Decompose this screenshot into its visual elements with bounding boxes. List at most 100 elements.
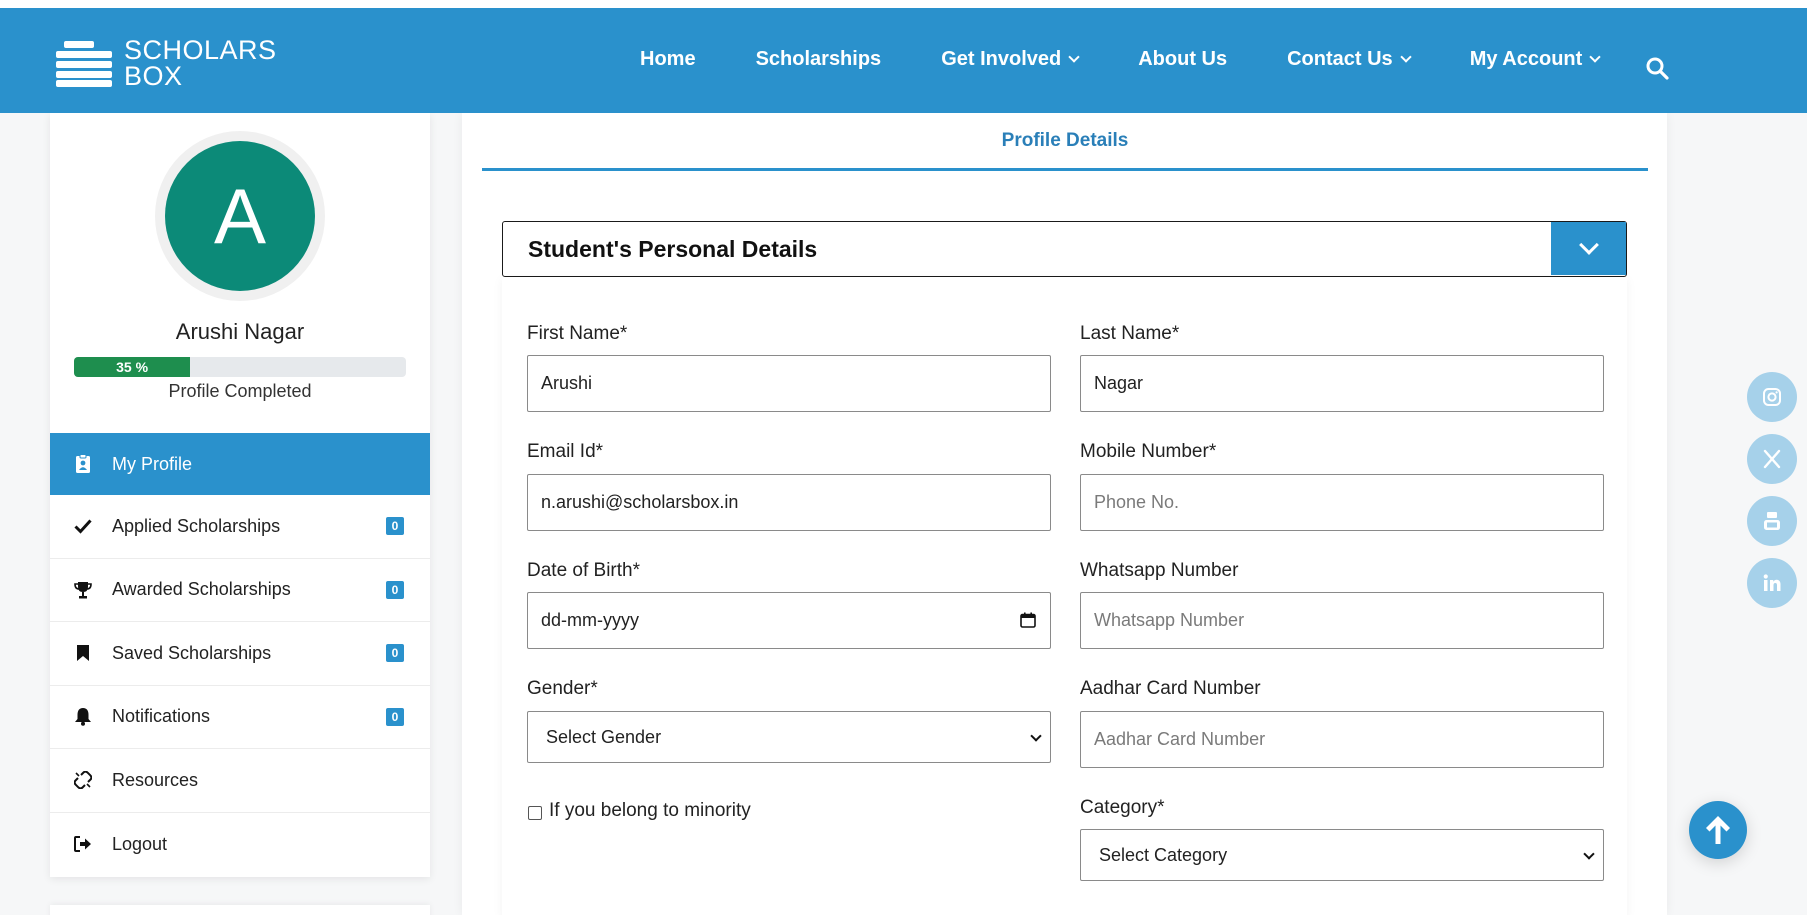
x-button[interactable]	[1747, 434, 1797, 484]
arrow-up-icon	[1706, 816, 1730, 844]
first-name-label: First Name*	[527, 323, 628, 344]
brand-name: SCHOLARS BOX	[124, 35, 277, 91]
nav-scholarships-label: Scholarships	[755, 48, 882, 70]
count-badge: 0	[386, 644, 404, 663]
category-select[interactable]: Select Category	[1080, 829, 1604, 881]
chevron-down-icon	[1583, 848, 1595, 860]
chevron-down-icon	[1030, 730, 1042, 742]
accordion-toggle-button[interactable]	[1551, 222, 1626, 275]
sidebar-item-label: Logout	[112, 833, 168, 854]
check-icon	[74, 516, 92, 536]
last-name-field[interactable]: Nagar	[1080, 355, 1604, 412]
nav-home-label: Home	[640, 48, 696, 70]
sidebar-item-notifications[interactable]: Notifications 0	[50, 686, 430, 749]
nav-get-involved-label: Get Involved	[941, 48, 1062, 70]
mobile-label: Mobile Number*	[1080, 441, 1217, 462]
sidebar-item-saved-scholarships[interactable]: Saved Scholarships 0	[50, 622, 430, 686]
sidebar-item-awarded-scholarships[interactable]: Awarded Scholarships 0	[50, 559, 430, 622]
scroll-to-top-button[interactable]	[1689, 801, 1747, 859]
link-icon	[74, 770, 92, 790]
logo-books-icon	[56, 39, 112, 87]
nav-contact-label: Contact Us	[1287, 48, 1393, 70]
gender-label: Gender*	[527, 678, 598, 699]
instagram-button[interactable]	[1747, 372, 1797, 422]
sidebar-item-label: My Profile	[112, 453, 193, 474]
logout-icon	[74, 834, 92, 854]
trophy-icon	[74, 580, 92, 600]
nav-my-account[interactable]: My Account	[1469, 48, 1601, 71]
avatar: A	[165, 141, 315, 291]
dob-label: Date of Birth*	[527, 560, 640, 581]
nav-about-label: About Us	[1138, 48, 1228, 70]
profile-main-card: Profile Details Student's Personal Detai…	[462, 113, 1667, 915]
category-selected: Select Category	[1099, 845, 1228, 865]
email-label: Email Id*	[527, 441, 604, 462]
bookmark-icon	[74, 643, 92, 663]
nav-scholarships[interactable]: Scholarships	[756, 48, 882, 71]
personal-details-form: First Name* Arushi Last Name* Nagar Emai…	[502, 277, 1627, 915]
nav-about-us[interactable]: About Us	[1138, 48, 1227, 71]
aadhar-label: Aadhar Card Number	[1080, 678, 1261, 699]
linkedin-icon	[1763, 574, 1781, 591]
sidebar-item-logout[interactable]: Logout	[50, 813, 430, 877]
nav-home[interactable]: Home	[640, 48, 696, 71]
sidebar-menu: My Profile Applied Scholarships 0 Awarde…	[50, 433, 430, 876]
aadhar-field[interactable]: Aadhar Card Number	[1080, 711, 1604, 768]
nav-contact-us[interactable]: Contact Us	[1287, 48, 1412, 71]
dob-field[interactable]: dd-mm-yyyy	[527, 592, 1051, 649]
sidebar-lower-card	[50, 905, 430, 915]
first-name-field[interactable]: Arushi	[527, 355, 1051, 412]
main-nav: Home Scholarships Get Involved About Us …	[640, 48, 1659, 71]
profile-sidebar: A Arushi Nagar 35 % Profile Completed My…	[50, 113, 430, 877]
profile-progress-bar: 35 %	[74, 357, 406, 377]
gender-select[interactable]: Select Gender	[527, 711, 1051, 763]
youtube-icon	[1764, 512, 1780, 530]
whatsapp-label: Whatsapp Number	[1080, 560, 1239, 581]
brand-line-2: BOX	[124, 61, 183, 91]
sidebar-item-label: Awarded Scholarships	[112, 579, 291, 600]
page: SCHOLARS BOX Home Scholarships Get Invol…	[0, 0, 1807, 915]
sidebar-item-label: Resources	[112, 769, 199, 790]
sidebar-item-resources[interactable]: Resources	[50, 749, 430, 813]
email-field[interactable]: n.arushi@scholarsbox.in	[527, 474, 1051, 531]
instagram-icon	[1763, 388, 1781, 406]
mobile-field[interactable]: Phone No.	[1080, 474, 1604, 531]
sidebar-item-label: Applied Scholarships	[112, 515, 281, 536]
whatsapp-field[interactable]: Whatsapp Number	[1080, 592, 1604, 649]
nav-get-involved[interactable]: Get Involved	[941, 48, 1080, 71]
calendar-icon[interactable]	[1020, 612, 1036, 628]
minority-checkbox[interactable]	[528, 806, 542, 820]
linkedin-button[interactable]	[1747, 558, 1797, 608]
profile-icon	[74, 454, 92, 474]
chevron-down-icon	[1400, 51, 1412, 63]
top-strip	[0, 0, 1807, 8]
nav-account-label: My Account	[1469, 48, 1583, 70]
personal-details-accordion-header[interactable]: Student's Personal Details	[502, 221, 1627, 277]
user-name: Arushi Nagar	[175, 319, 305, 344]
bell-icon	[74, 707, 92, 727]
section-title: Student's Personal Details	[528, 236, 818, 262]
sidebar-item-label: Saved Scholarships	[112, 642, 272, 663]
tab-profile-details[interactable]: Profile Details	[482, 113, 1648, 171]
count-badge: 0	[386, 517, 404, 536]
dob-placeholder: dd-mm-yyyy	[541, 610, 639, 630]
count-badge: 0	[386, 707, 404, 726]
chevron-down-icon	[1589, 51, 1601, 63]
sidebar-item-label: Notifications	[112, 706, 211, 727]
brand-logo[interactable]: SCHOLARS BOX	[56, 34, 286, 92]
count-badge: 0	[386, 580, 404, 599]
youtube-button[interactable]	[1747, 496, 1797, 546]
tab-label: Profile Details	[1001, 130, 1129, 151]
sidebar-item-applied-scholarships[interactable]: Applied Scholarships 0	[50, 495, 430, 559]
search-icon[interactable]	[1645, 56, 1669, 80]
last-name-label: Last Name*	[1080, 323, 1180, 344]
brand-line-1: SCHOLARS	[124, 35, 277, 65]
progress-label: Profile Completed	[168, 381, 312, 401]
sidebar-item-my-profile[interactable]: My Profile	[50, 433, 430, 495]
minority-label: If you belong to minority	[549, 800, 751, 821]
chevron-down-icon	[1579, 235, 1599, 255]
category-label: Category*	[1080, 797, 1165, 818]
site-header: SCHOLARS BOX Home Scholarships Get Invol…	[0, 8, 1807, 113]
gender-selected: Select Gender	[546, 727, 662, 747]
progress-fill: 35 %	[74, 357, 191, 377]
